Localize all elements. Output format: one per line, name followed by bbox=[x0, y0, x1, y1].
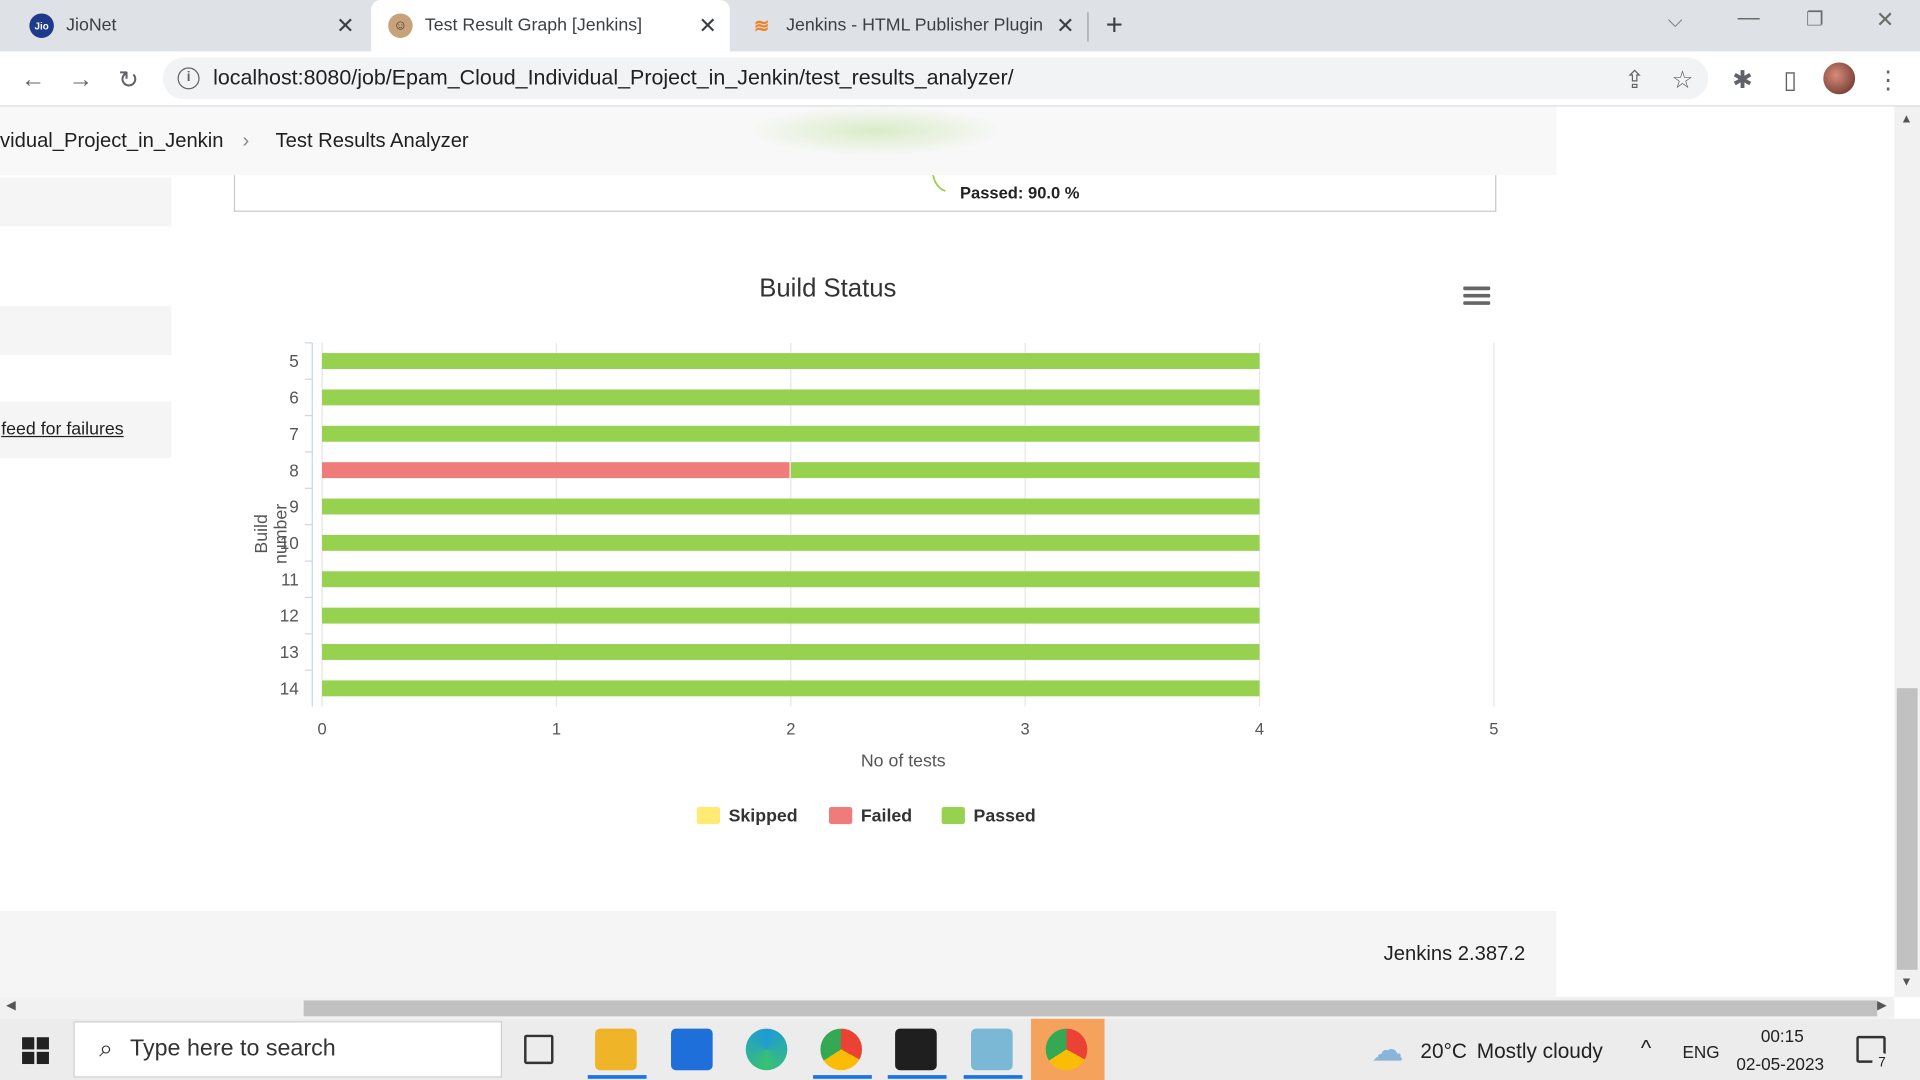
bar-passed bbox=[322, 389, 1260, 406]
clock-date[interactable]: 02-05-2023 bbox=[1736, 1054, 1824, 1074]
bar-passed bbox=[322, 607, 1260, 624]
app-icon[interactable] bbox=[971, 1028, 1013, 1071]
bar-failed bbox=[322, 462, 790, 479]
tab-search-chevron-icon[interactable]: ⌵ bbox=[1668, 11, 1683, 33]
legend-passed-label[interactable]: Passed bbox=[973, 807, 1035, 827]
terminal-icon[interactable] bbox=[895, 1028, 937, 1071]
legend-passed-swatch[interactable] bbox=[941, 806, 965, 825]
y-tick-label: 12 bbox=[280, 606, 299, 626]
bookmark-star-icon[interactable]: ☆ bbox=[1664, 61, 1701, 98]
legend-failed-label[interactable]: Failed bbox=[861, 807, 912, 827]
x-tick-label: 5 bbox=[1489, 720, 1498, 739]
active-indicator bbox=[813, 1075, 872, 1079]
search-icon: ⌕ bbox=[99, 1035, 113, 1063]
search-placeholder: Type here to search bbox=[130, 1035, 336, 1062]
y-tick-label: 6 bbox=[289, 388, 299, 408]
window-close-icon[interactable]: ✕ bbox=[1876, 7, 1894, 33]
scroll-up-arrow-icon[interactable]: ▲ bbox=[1900, 113, 1912, 126]
horizontal-scroll-thumb[interactable] bbox=[303, 1000, 1878, 1017]
y-tick-label: 5 bbox=[289, 351, 299, 371]
legend-skipped-swatch[interactable] bbox=[696, 806, 721, 825]
active-indicator bbox=[587, 1075, 647, 1079]
side-panel-icon[interactable]: ▯ bbox=[1772, 61, 1809, 98]
minimize-icon[interactable]: — bbox=[1738, 5, 1760, 31]
legend-skipped-label[interactable]: Skipped bbox=[729, 807, 798, 827]
x-tick-label: 3 bbox=[1021, 720, 1030, 739]
active-indicator bbox=[963, 1075, 1023, 1079]
file-explorer-icon[interactable] bbox=[595, 1028, 637, 1071]
restore-icon[interactable]: ❐ bbox=[1806, 7, 1824, 31]
task-view-icon[interactable] bbox=[524, 1034, 554, 1065]
weather-cloud-icon[interactable]: ☁ bbox=[1371, 1031, 1403, 1069]
windows-start-icon[interactable] bbox=[22, 1037, 49, 1065]
chrome-icon[interactable] bbox=[1045, 1028, 1088, 1071]
scroll-down-arrow-icon[interactable]: ▼ bbox=[1900, 976, 1912, 989]
bar-passed bbox=[322, 571, 1260, 588]
scroll-left-arrow-icon[interactable]: ◀ bbox=[6, 999, 15, 1012]
browser-menu-icon[interactable]: ⋮ bbox=[1870, 61, 1907, 98]
build-status-chart: 0 1 2 3 4 5567891011121314 bbox=[280, 342, 1498, 739]
x-axis-label: No of tests bbox=[860, 751, 946, 772]
edge-browser-icon[interactable] bbox=[745, 1028, 788, 1071]
clock-time[interactable]: 00:15 bbox=[1761, 1026, 1804, 1046]
y-tick-label: 13 bbox=[280, 642, 299, 662]
y-tick-label: 7 bbox=[289, 424, 299, 444]
weather-text[interactable]: Mostly cloudy bbox=[1477, 1040, 1603, 1064]
bar-passed bbox=[322, 680, 1260, 697]
notification-count-badge: 7 bbox=[1872, 1053, 1892, 1073]
bar-passed bbox=[322, 425, 1260, 442]
jenkins-version[interactable]: Jenkins 2.387.2 bbox=[1384, 943, 1526, 966]
extensions-icon[interactable]: ✱ bbox=[1724, 61, 1761, 98]
chrome-icon[interactable] bbox=[820, 1028, 863, 1071]
share-icon[interactable]: ⇪ bbox=[1616, 61, 1653, 98]
x-tick-label: 2 bbox=[786, 720, 795, 739]
language-indicator[interactable]: ENG bbox=[1682, 1042, 1719, 1062]
bar-passed bbox=[322, 534, 1260, 551]
bar-passed bbox=[322, 498, 1260, 515]
profile-avatar[interactable] bbox=[1823, 62, 1856, 95]
x-tick-label: 1 bbox=[552, 720, 561, 739]
y-tick-label: 14 bbox=[280, 678, 300, 698]
active-indicator bbox=[887, 1075, 947, 1079]
y-tick-label: 8 bbox=[289, 460, 299, 480]
x-tick-label: 0 bbox=[317, 720, 326, 739]
y-axis-label: Build number bbox=[252, 503, 292, 564]
tray-chevron-up-icon[interactable]: ^ bbox=[1641, 1036, 1651, 1062]
taskbar-search-box[interactable]: ⌕ Type here to search bbox=[73, 1021, 503, 1078]
bar-passed bbox=[322, 644, 1260, 660]
screen: Jio JioNet ✕ ☺ Test Result Graph [Jenkin… bbox=[0, 0, 1920, 1080]
page-footer bbox=[0, 911, 1557, 997]
scroll-right-arrow-icon[interactable]: ▶ bbox=[1877, 999, 1886, 1012]
vertical-scroll-thumb[interactable] bbox=[1896, 688, 1918, 970]
legend-failed-swatch[interactable] bbox=[828, 806, 853, 825]
mail-icon[interactable] bbox=[671, 1028, 713, 1071]
weather-temp[interactable]: 20°C bbox=[1420, 1040, 1467, 1064]
bar-passed bbox=[322, 353, 1260, 370]
bar-passed bbox=[790, 462, 1260, 479]
x-tick-label: 4 bbox=[1255, 720, 1264, 739]
